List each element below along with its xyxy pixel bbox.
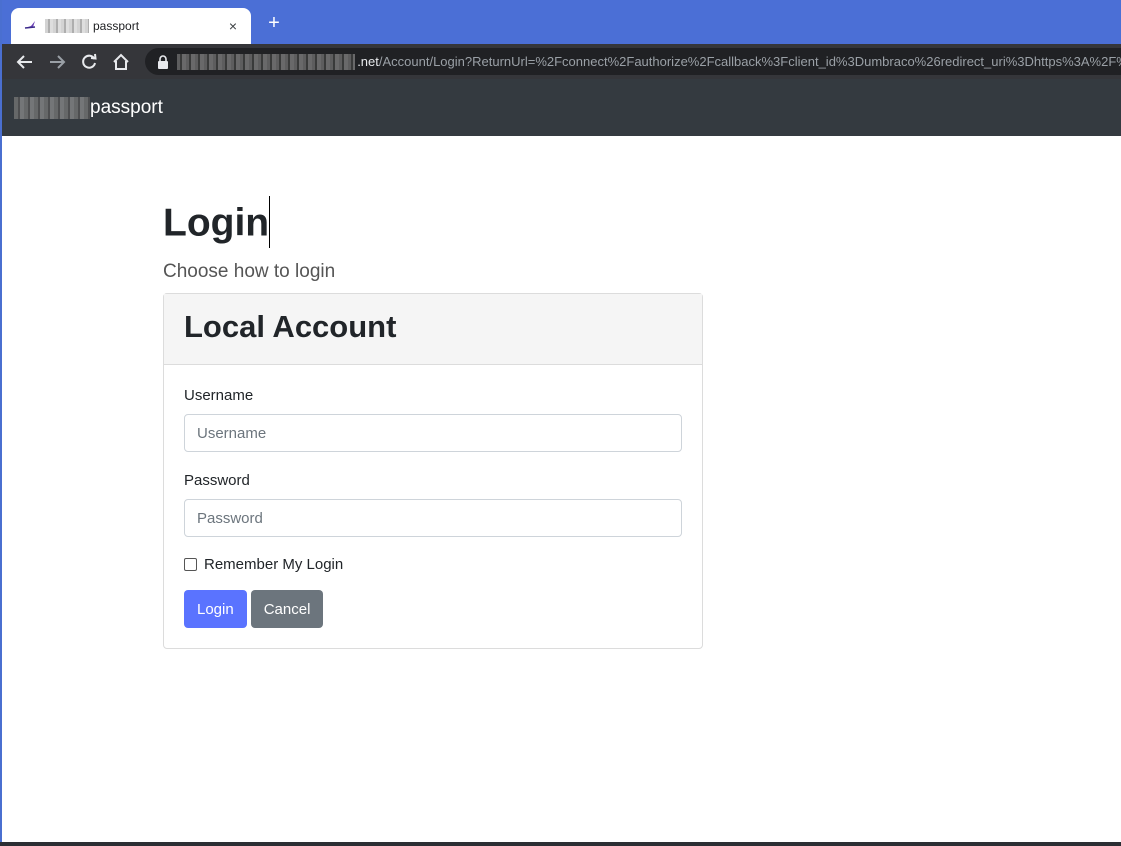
login-button[interactable]: Login [184,590,247,628]
tab-title-redacted [45,19,89,33]
main-content: Login Choose how to login Local Account … [163,136,703,649]
page-title: Login [163,196,271,251]
password-input[interactable] [184,499,682,537]
new-tab-icon[interactable]: + [264,13,284,33]
card-title: Local Account [184,309,397,344]
text-cursor [269,196,271,248]
cancel-button[interactable]: Cancel [250,590,324,628]
url-path: /Account/Login?ReturnUrl=%2Fconnect%2Fau… [378,54,1121,69]
tab-close-icon[interactable]: × [225,18,241,34]
forward-arrow-icon[interactable] [46,51,68,73]
card-header: Local Account [164,294,702,365]
site-navbar: passport [2,79,1121,136]
lock-icon[interactable] [157,54,169,69]
address-bar[interactable]: .net /Account/Login?ReturnUrl=%2Fconnect… [145,48,1121,75]
reload-icon[interactable] [78,51,100,73]
login-form: Username Password Remember My Login Logi… [164,365,702,648]
favicon-icon [23,18,39,34]
site-brand[interactable]: passport [90,97,163,119]
button-row: Login Cancel [184,590,682,628]
browser-tab[interactable]: passport × [11,8,251,44]
browser-toolbar: .net /Account/Login?ReturnUrl=%2Fconnect… [2,44,1121,79]
url-host: .net [357,54,379,69]
browser-window: passport × + .net /Account/Login?ReturnU… [0,0,1121,842]
remember-label[interactable]: Remember My Login [204,556,343,573]
tab-title: passport [93,19,140,33]
local-account-card: Local Account Username Password Remember… [163,293,703,649]
page-title-text: Login [163,201,270,245]
tab-strip: passport × + [2,0,1121,44]
username-input[interactable] [184,414,682,452]
home-icon[interactable] [110,51,132,73]
remember-checkbox[interactable] [184,558,197,571]
url-host-redacted [177,53,356,70]
remember-row: Remember My Login [184,556,682,573]
back-arrow-icon[interactable] [14,51,36,73]
taskbar-edge [0,842,1121,846]
page-subtitle: Choose how to login [163,261,336,282]
brand-logo-redacted [14,96,90,119]
password-label: Password [184,472,250,489]
username-label: Username [184,387,254,404]
